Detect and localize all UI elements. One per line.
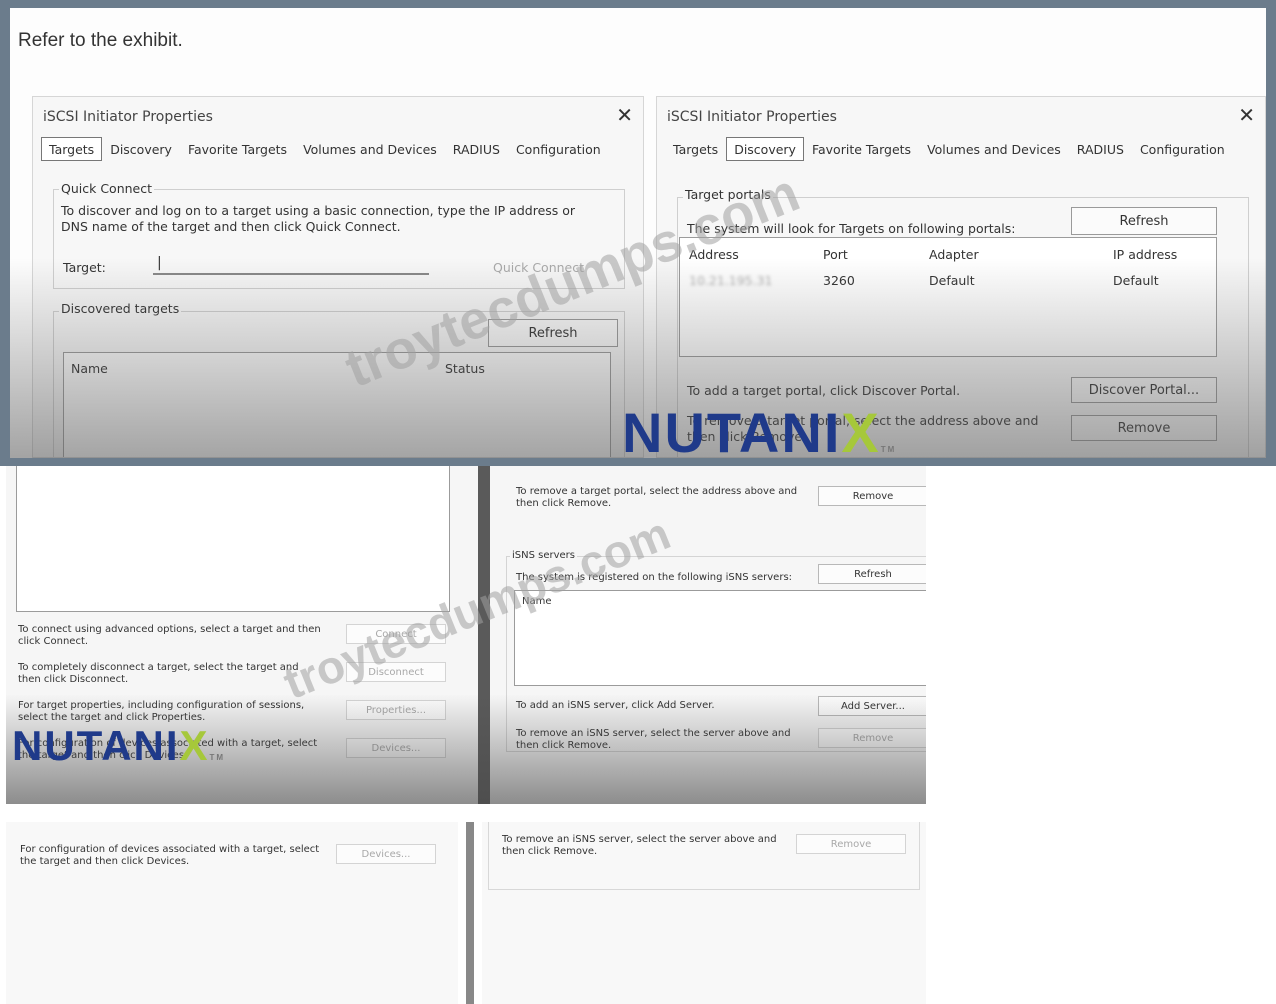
close-icon[interactable]: ✕	[1238, 103, 1255, 127]
portal-adapter-cell: Default	[929, 273, 975, 288]
pane-separator	[478, 466, 490, 804]
isns-column-name: Name	[522, 596, 552, 607]
connect-text-2: click Connect.	[18, 636, 89, 647]
quick-connect-label: Quick Connect	[59, 181, 155, 196]
tab-favorite-targets[interactable]: Favorite Targets	[180, 137, 295, 161]
exhibit-frame: Refer to the exhibit. iSCSI Initiator Pr…	[0, 0, 1276, 466]
isns-servers-list[interactable]	[514, 590, 926, 686]
tab-configuration[interactable]: Configuration	[508, 137, 609, 161]
devices-text: For configuration of devices associated …	[18, 738, 318, 749]
devices-button[interactable]: Devices...	[346, 738, 446, 758]
discovered-targets-list[interactable]	[63, 352, 611, 457]
tab-targets[interactable]: Targets	[665, 137, 726, 161]
discover-portal-button[interactable]: Discover Portal...	[1071, 377, 1217, 403]
remove-portal-text: To remove a target portal, select the ad…	[687, 413, 1039, 428]
tab-volumes-and-devices[interactable]: Volumes and Devices	[295, 137, 445, 161]
disconnect-text-2: then click Disconnect.	[18, 674, 129, 685]
isns-description: The system is registered on the followin…	[516, 572, 793, 583]
remove-portal-text-2: then click Remove.	[516, 498, 612, 509]
refresh-button[interactable]: Refresh	[488, 319, 618, 347]
dialog-title: iSCSI Initiator Properties	[43, 109, 213, 125]
dialog-title: iSCSI Initiator Properties	[667, 109, 837, 125]
discovered-targets-label: Discovered targets	[59, 301, 182, 316]
tab-radius[interactable]: RADIUS	[445, 137, 508, 161]
remove-server-text: To remove an iSNS server, select the ser…	[502, 834, 777, 845]
lower-left-pane: To connect using advanced options, selec…	[6, 466, 478, 804]
column-port: Port	[823, 247, 848, 262]
quick-connect-description-2: DNS name of the target and then click Qu…	[61, 219, 401, 234]
remove-server-button[interactable]: Remove	[796, 834, 906, 854]
portal-ip-cell: Default	[1113, 273, 1159, 288]
disconnect-button[interactable]: Disconnect	[346, 662, 446, 682]
devices-text-2: the target and then click Devices.	[18, 750, 188, 761]
remove-server-button[interactable]: Remove	[818, 728, 926, 748]
target-input-underline	[153, 273, 429, 275]
remove-portal-button[interactable]: Remove	[818, 486, 926, 506]
target-input[interactable]: |	[157, 255, 162, 271]
portal-address-cell[interactable]: 10.21.195.31	[689, 273, 773, 288]
target-label: Target:	[63, 260, 106, 275]
exhibit-caption: Refer to the exhibit.	[18, 30, 183, 51]
disconnect-text: To completely disconnect a target, selec…	[18, 662, 299, 673]
target-portals-label: Target portals	[683, 187, 773, 202]
tab-bar: Targets Discovery Favorite Targets Volum…	[665, 137, 1233, 161]
tab-configuration[interactable]: Configuration	[1132, 137, 1233, 161]
target-portals-description: The system will look for Targets on foll…	[687, 221, 1016, 236]
devices-text: For configuration of devices associated …	[20, 844, 320, 855]
quick-connect-description: To discover and log on to a target using…	[61, 203, 576, 218]
portal-port-cell: 3260	[823, 273, 855, 288]
tab-volumes-and-devices[interactable]: Volumes and Devices	[919, 137, 1069, 161]
bottom-left-pane: For configuration of devices associated …	[6, 822, 458, 1004]
properties-button[interactable]: Properties...	[346, 700, 446, 720]
column-ip-address: IP address	[1113, 247, 1178, 262]
properties-text-2: select the target and click Properties.	[18, 712, 206, 723]
isns-refresh-button[interactable]: Refresh	[818, 564, 926, 584]
pane-separator	[466, 822, 474, 1004]
bottom-screenshot: For configuration of devices associated …	[6, 822, 926, 1004]
tab-favorite-targets[interactable]: Favorite Targets	[804, 137, 919, 161]
column-adapter: Adapter	[929, 247, 979, 262]
add-portal-text: To add a target portal, click Discover P…	[687, 383, 961, 398]
add-server-button[interactable]: Add Server...	[818, 696, 926, 716]
connect-text: To connect using advanced options, selec…	[18, 624, 321, 635]
remove-server-text: To remove an iSNS server, select the ser…	[516, 728, 791, 739]
lower-screenshot: To connect using advanced options, selec…	[6, 466, 926, 804]
bottom-right-pane: To remove an iSNS server, select the ser…	[482, 822, 926, 1004]
connect-button[interactable]: Connect	[346, 624, 446, 644]
devices-button[interactable]: Devices...	[336, 844, 436, 864]
tab-discovery[interactable]: Discovery	[102, 137, 180, 161]
tab-targets[interactable]: Targets	[41, 137, 103, 161]
remove-portal-button[interactable]: Remove	[1071, 415, 1217, 441]
quick-connect-button[interactable]: Quick Connect	[493, 260, 584, 276]
remove-portal-text: To remove a target portal, select the ad…	[516, 486, 798, 497]
remove-server-text-2: then click Remove.	[502, 846, 598, 857]
column-address: Address	[689, 247, 739, 262]
discovered-targets-list-continued[interactable]	[16, 466, 450, 612]
close-icon[interactable]: ✕	[616, 103, 633, 127]
lower-right-pane: To remove a target portal, select the ad…	[490, 466, 926, 804]
remove-portal-text-2: then click Remove.	[687, 429, 807, 444]
column-name: Name	[71, 361, 108, 376]
refresh-button[interactable]: Refresh	[1071, 207, 1217, 235]
exhibit-panel: Refer to the exhibit. iSCSI Initiator Pr…	[10, 8, 1266, 458]
add-server-text: To add an iSNS server, click Add Server.	[516, 700, 715, 711]
tab-bar: Targets Discovery Favorite Targets Volum…	[41, 137, 609, 161]
isns-servers-label: iSNS servers	[510, 550, 577, 562]
tab-discovery[interactable]: Discovery	[726, 137, 804, 161]
remove-server-text-2: then click Remove.	[516, 740, 612, 751]
column-status: Status	[445, 361, 485, 376]
devices-text-2: the target and then click Devices.	[20, 856, 190, 867]
iscsi-dialog-discovery: iSCSI Initiator Properties ✕ Targets Dis…	[656, 96, 1266, 458]
tab-radius[interactable]: RADIUS	[1069, 137, 1132, 161]
iscsi-dialog-targets: iSCSI Initiator Properties ✕ Targets Dis…	[32, 96, 644, 458]
properties-text: For target properties, including configu…	[18, 700, 305, 711]
